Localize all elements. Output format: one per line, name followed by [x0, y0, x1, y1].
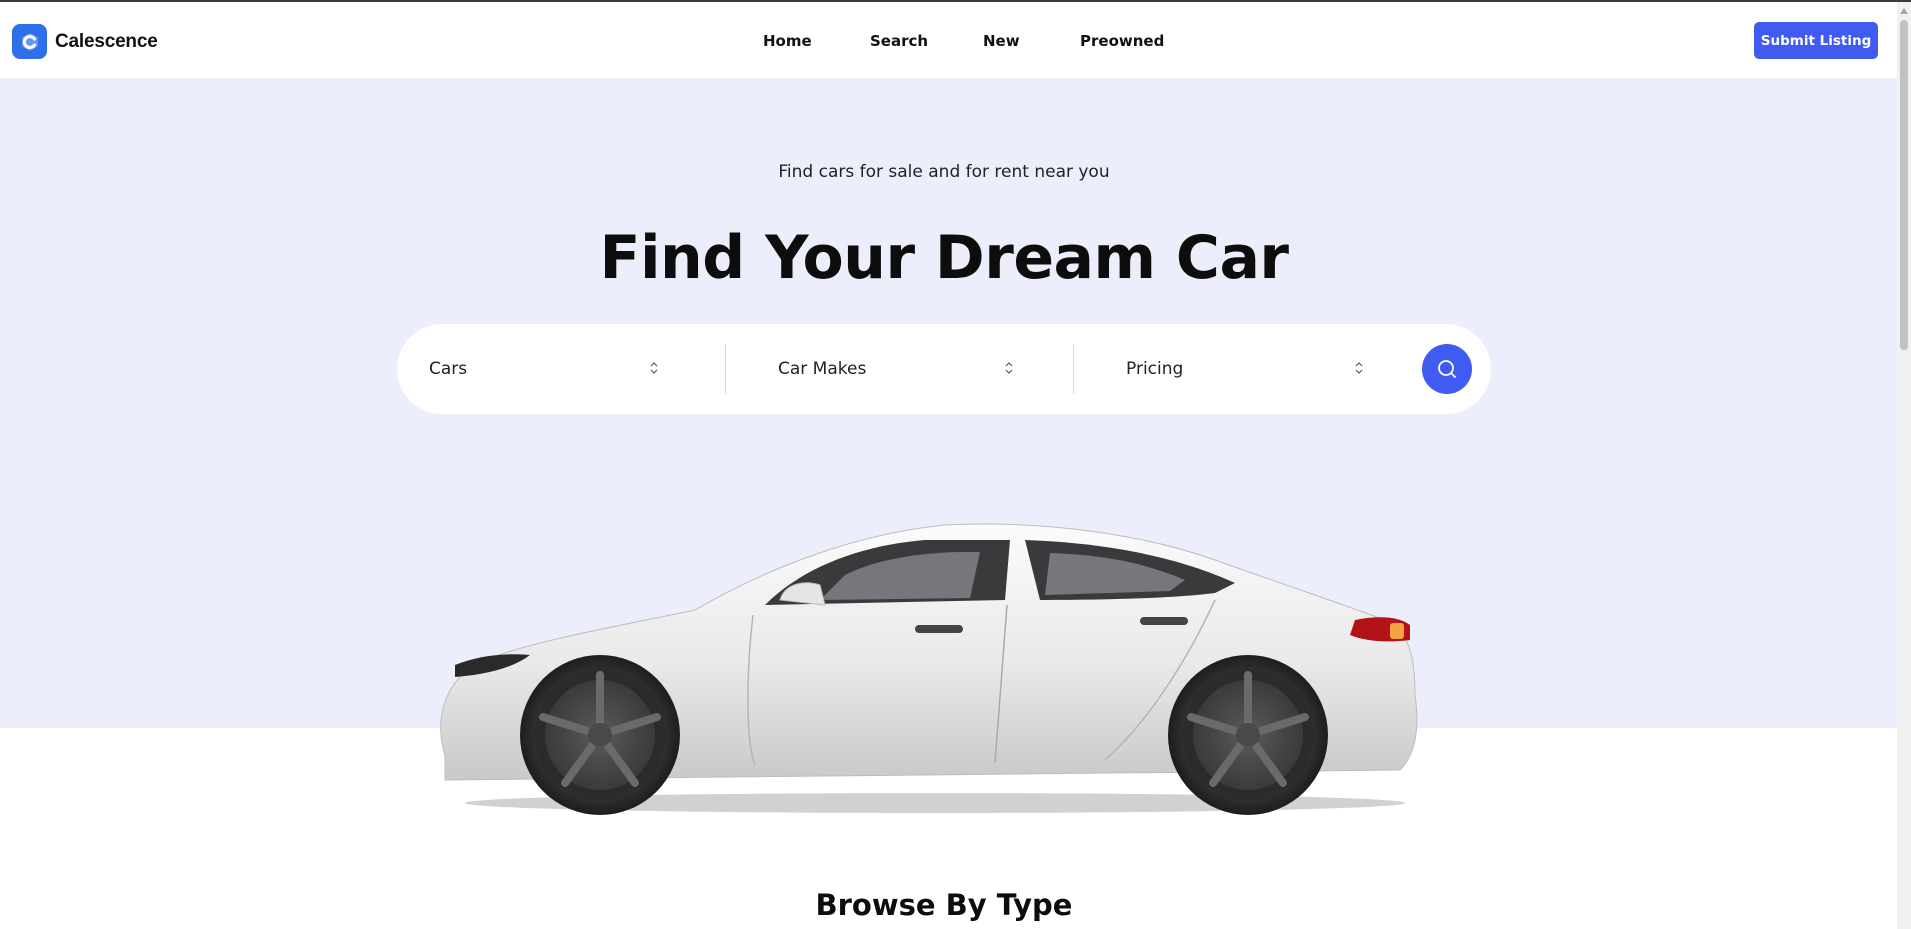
search-divider [1073, 344, 1074, 394]
brand-name: Calescence [55, 30, 158, 52]
brand-logo[interactable]: Calescence [12, 24, 158, 59]
browse-by-type-heading: Browse By Type [815, 888, 1073, 922]
scrollbar-thumb[interactable] [1900, 20, 1908, 350]
make-select[interactable]: Car Makes [778, 324, 1028, 414]
submit-listing-button[interactable]: Submit Listing [1754, 22, 1878, 59]
type-select-label: Cars [429, 359, 468, 379]
search-button[interactable] [1422, 344, 1472, 394]
search-divider [725, 344, 726, 394]
nav-home-link[interactable]: Home [763, 32, 812, 50]
hero-title: Find Your Dream Car [599, 223, 1289, 293]
nav-new-link[interactable]: New [983, 32, 1020, 50]
page: Calescence Home Search New Preowned Subm… [0, 0, 1911, 929]
make-select-label: Car Makes [778, 359, 867, 379]
hero-car-image [440, 523, 1418, 815]
scroll-up-arrow-icon[interactable] [1900, 8, 1908, 14]
site-header: Calescence Home Search New Preowned Subm… [0, 2, 1897, 78]
page-scrollbar[interactable] [1897, 2, 1911, 929]
pricing-select[interactable]: Pricing [1126, 324, 1376, 414]
chevron-updown-icon [1004, 361, 1014, 376]
hero-subtitle: Find cars for sale and for rent near you [778, 162, 1110, 182]
brand-logo-icon [12, 24, 47, 59]
pricing-select-label: Pricing [1126, 359, 1184, 379]
nav-search-link[interactable]: Search [870, 32, 928, 50]
search-bar: Cars Car Makes Pricing [397, 324, 1491, 414]
chevron-updown-icon [1354, 361, 1364, 376]
nav-preowned-link[interactable]: Preowned [1080, 32, 1164, 50]
chevron-updown-icon [649, 361, 659, 376]
type-select[interactable]: Cars [429, 324, 679, 414]
search-icon [1438, 360, 1456, 378]
